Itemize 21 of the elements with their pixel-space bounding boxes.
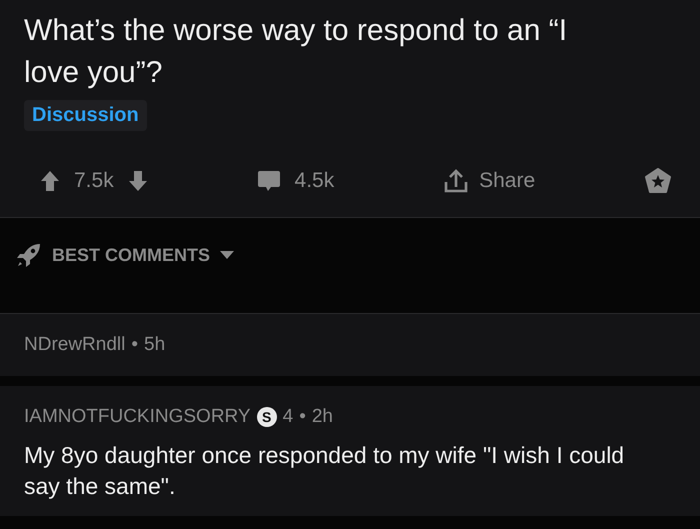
comment-time: 2h [312, 406, 333, 428]
sort-button[interactable]: BEST COMMENTS [16, 242, 234, 268]
comment-time: 5h [144, 334, 166, 356]
share-button[interactable]: Share [443, 168, 536, 194]
comment-icon[interactable] [256, 169, 281, 193]
username[interactable]: NDrewRndll [24, 334, 126, 356]
downvote-icon[interactable] [128, 170, 148, 192]
share-icon[interactable] [443, 168, 470, 194]
vote-count: 7.5k [74, 169, 114, 193]
comment-text: My 8yo daughter once responded to my wife "I wish I could say the same". [24, 441, 626, 501]
separator-dot: • [299, 406, 306, 428]
post-title: What’s the worse way to respond to an “I love you”? [23, 13, 568, 91]
user-badge: S [256, 407, 277, 427]
upvote-icon[interactable] [40, 170, 60, 192]
flair-tag: Discussion [24, 100, 147, 131]
caret-icon [220, 251, 234, 259]
username[interactable]: IAMNOTFUCKINGSORRY [24, 406, 251, 428]
comment-score: 4 [282, 406, 294, 428]
separator-dot: • [131, 334, 138, 356]
award-icon[interactable] [644, 167, 672, 195]
comment-count: 4.5k [294, 169, 334, 193]
